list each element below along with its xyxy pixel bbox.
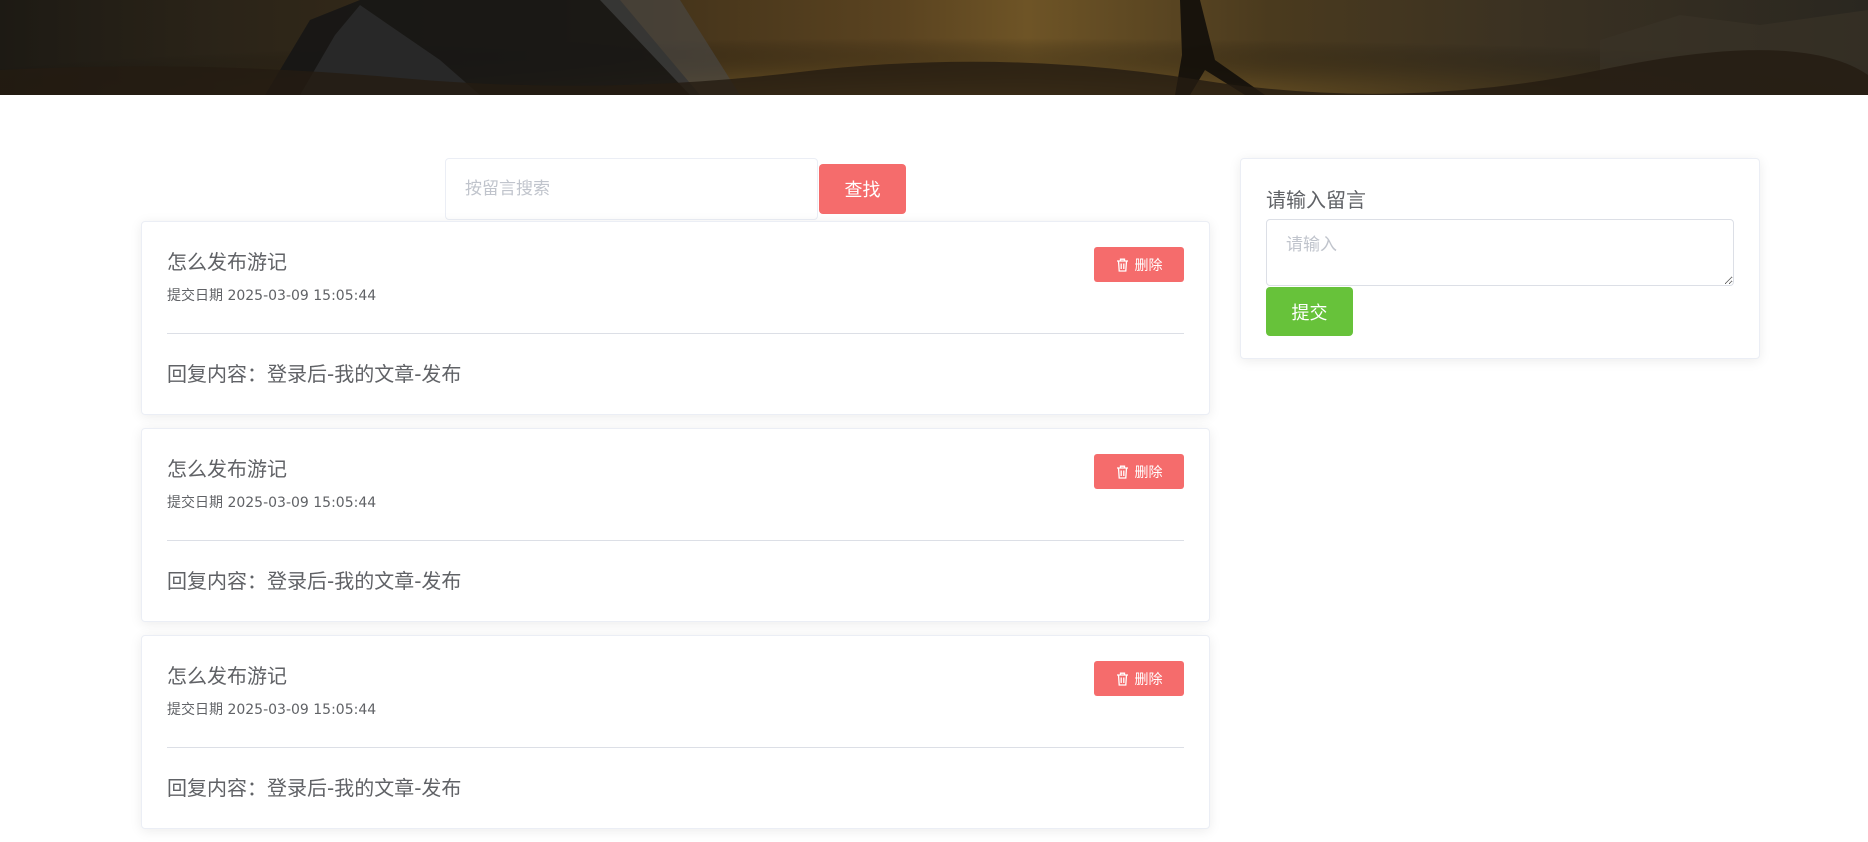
delete-button[interactable]: 删除 (1094, 247, 1184, 282)
message-date: 提交日期 2025-03-09 15:05:44 (167, 702, 377, 718)
divider (167, 333, 1184, 334)
message-title: 怎么发布游记 (167, 664, 287, 688)
message-textarea[interactable] (1266, 219, 1734, 286)
submit-button[interactable]: 提交 (1266, 287, 1353, 336)
delete-button-label: 删除 (1134, 671, 1163, 688)
message-reply: 回复内容：登录后-我的文章-发布 (167, 569, 462, 593)
delete-button-label: 删除 (1134, 464, 1163, 481)
message-list: 怎么发布游记 提交日期 2025-03-09 15:05:44 回复内容：登录后… (141, 221, 1210, 842)
divider (167, 540, 1184, 541)
delete-button[interactable]: 删除 (1094, 454, 1184, 489)
message-date: 提交日期 2025-03-09 15:05:44 (167, 495, 377, 511)
hero-banner-image (0, 0, 1868, 95)
message-date: 提交日期 2025-03-09 15:05:44 (167, 288, 377, 304)
message-title: 怎么发布游记 (167, 457, 287, 481)
trash-icon (1116, 465, 1128, 479)
compose-label: 请输入留言 (1266, 188, 1366, 212)
search-input[interactable] (445, 158, 818, 220)
delete-button-label: 删除 (1134, 257, 1163, 274)
message-reply: 回复内容：登录后-我的文章-发布 (167, 362, 462, 386)
delete-button[interactable]: 删除 (1094, 661, 1184, 696)
message-card: 怎么发布游记 提交日期 2025-03-09 15:05:44 回复内容：登录后… (141, 221, 1210, 415)
search-bar: 查找 (445, 158, 906, 220)
hero-banner (0, 0, 1868, 95)
message-reply: 回复内容：登录后-我的文章-发布 (167, 776, 462, 800)
message-card: 怎么发布游记 提交日期 2025-03-09 15:05:44 回复内容：登录后… (141, 635, 1210, 829)
trash-icon (1116, 672, 1128, 686)
trash-icon (1116, 258, 1128, 272)
message-title: 怎么发布游记 (167, 250, 287, 274)
divider (167, 747, 1184, 748)
search-button[interactable]: 查找 (819, 164, 906, 214)
compose-panel: 请输入留言 提交 (1240, 158, 1760, 359)
message-card: 怎么发布游记 提交日期 2025-03-09 15:05:44 回复内容：登录后… (141, 428, 1210, 622)
